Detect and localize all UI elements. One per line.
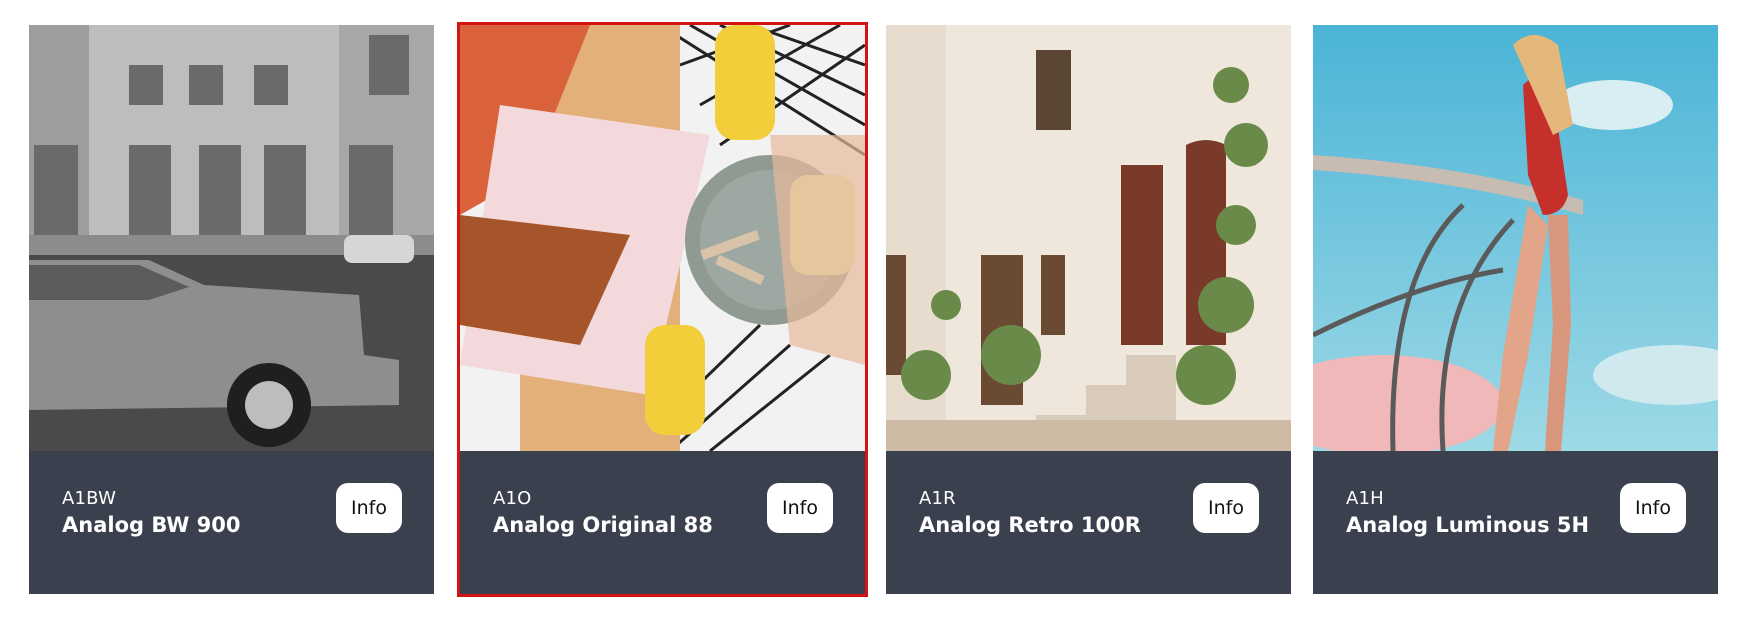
filter-card-a1r[interactable]: A1R Analog Retro 100R Info [886, 25, 1291, 594]
filter-card-footer: A1BW Analog BW 900 Info [29, 451, 434, 594]
filter-card-footer: A1H Analog Luminous 5H Info [1313, 451, 1718, 594]
filter-preview-image-original [460, 25, 865, 451]
filter-name: Analog Retro 100R [919, 513, 1141, 537]
filter-card-a1o[interactable]: A1O Analog Original 88 Info [457, 22, 868, 597]
filter-name: Analog Luminous 5H [1346, 513, 1590, 537]
filter-code: A1BW [62, 488, 117, 509]
filter-preview-image-retro [886, 25, 1291, 451]
filter-code: A1H [1346, 488, 1384, 509]
filter-card-a1bw[interactable]: A1BW Analog BW 900 Info [29, 25, 434, 594]
filter-name: Analog BW 900 [62, 513, 241, 537]
filter-code: A1O [493, 488, 532, 509]
filter-code: A1R [919, 488, 956, 509]
filter-card-grid: A1BW Analog BW 900 Info A1O Analog Origi… [0, 0, 1739, 622]
info-button[interactable]: Info [1193, 483, 1259, 533]
filter-card-footer: A1O Analog Original 88 Info [460, 451, 865, 594]
filter-preview-image-luminous [1313, 25, 1718, 451]
info-button[interactable]: Info [767, 483, 833, 533]
filter-name: Analog Original 88 [493, 513, 713, 537]
info-button[interactable]: Info [336, 483, 402, 533]
filter-preview-image-bw [29, 25, 434, 451]
info-button[interactable]: Info [1620, 483, 1686, 533]
filter-card-a1h[interactable]: A1H Analog Luminous 5H Info [1313, 25, 1718, 594]
filter-card-footer: A1R Analog Retro 100R Info [886, 451, 1291, 594]
